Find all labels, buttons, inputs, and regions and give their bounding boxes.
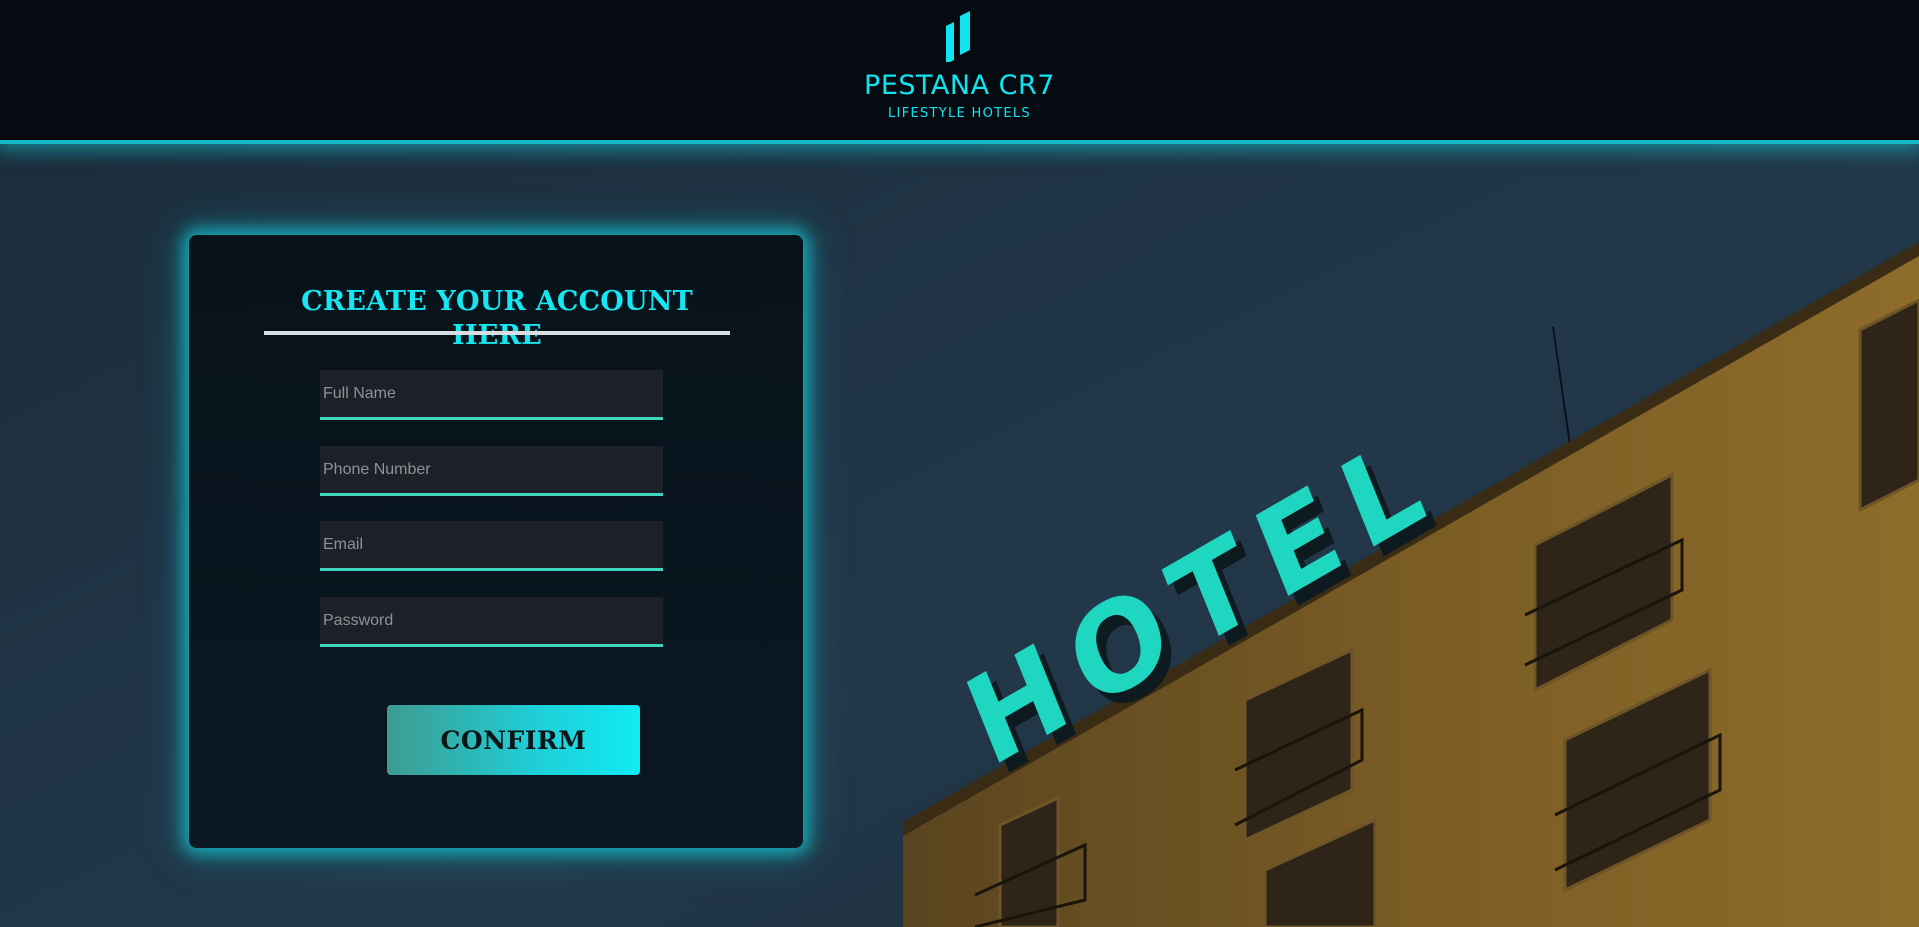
brand-logo[interactable]: PESTANA CR7 LIFESTYLE HOTELS bbox=[830, 10, 1090, 121]
signup-page: HOTEL HOTEL PESTANA CR7 LIFESTYLE HOTELS… bbox=[0, 0, 1919, 927]
full-name-input[interactable] bbox=[320, 370, 663, 420]
title-underline bbox=[264, 331, 730, 335]
site-header: PESTANA CR7 LIFESTYLE HOTELS bbox=[0, 0, 1919, 140]
brand-name: PESTANA CR7 bbox=[864, 70, 1055, 101]
signup-card: CREATE YOUR ACCOUNT HERE CONFIRM bbox=[189, 235, 803, 848]
email-input[interactable] bbox=[320, 521, 663, 571]
phone-number-input[interactable] bbox=[320, 446, 663, 496]
password-input[interactable] bbox=[320, 597, 663, 647]
pestana-mark-icon bbox=[945, 11, 970, 62]
brand-tagline: LIFESTYLE HOTELS bbox=[888, 106, 1031, 121]
form-title: CREATE YOUR ACCOUNT HERE bbox=[301, 286, 693, 351]
confirm-button[interactable]: CONFIRM bbox=[387, 705, 640, 775]
header-glow-line bbox=[0, 140, 1919, 144]
